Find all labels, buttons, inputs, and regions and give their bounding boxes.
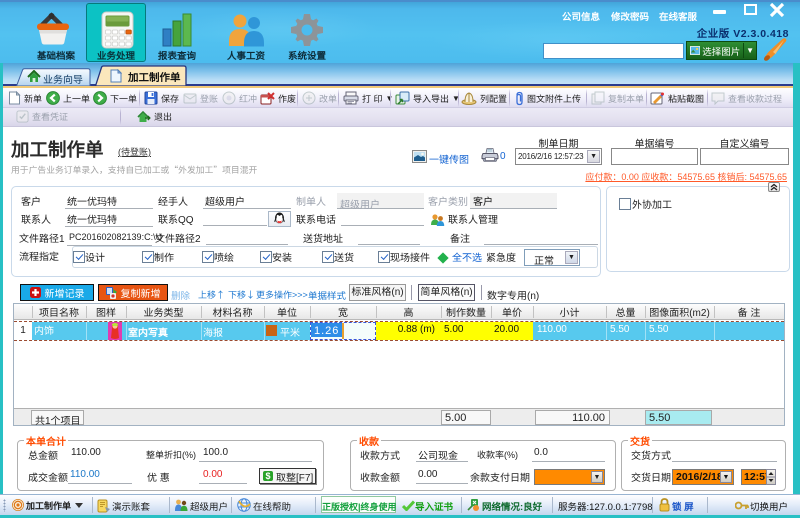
svg-text:$: $	[265, 471, 270, 481]
